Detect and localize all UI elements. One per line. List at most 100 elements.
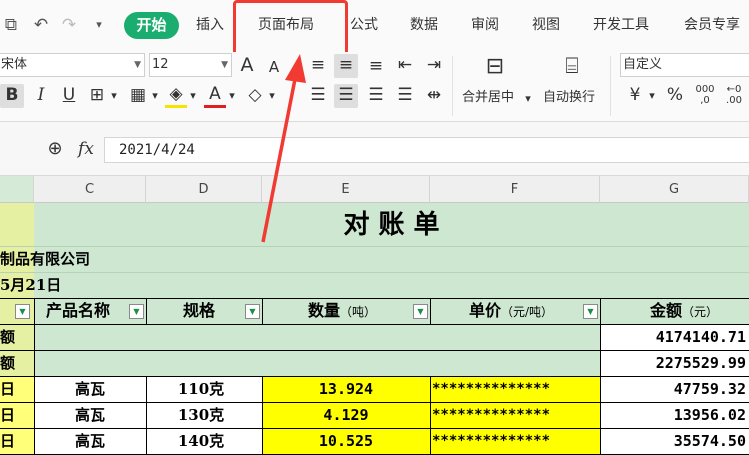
filter-dropdown-icon[interactable]: ▼ bbox=[245, 304, 260, 319]
summary-amount-cell[interactable]: 2275529.99 bbox=[600, 351, 746, 376]
redo-icon[interactable]: ↷ bbox=[58, 14, 80, 36]
justify-icon[interactable]: ☰ bbox=[394, 84, 416, 106]
align-center-icon[interactable]: ☰ bbox=[334, 84, 358, 108]
insert-function-button[interactable]: fx bbox=[74, 138, 98, 160]
date-cell[interactable]: 日 bbox=[0, 377, 34, 402]
chevron-down-icon[interactable]: ▾ bbox=[108, 85, 120, 107]
align-top-icon[interactable]: ≡ bbox=[307, 54, 329, 76]
company-name-cell[interactable]: 制品有限公司 bbox=[0, 247, 300, 272]
tab-data[interactable]: 数据 bbox=[410, 15, 438, 35]
filter-dropdown-icon[interactable]: ▼ bbox=[583, 304, 598, 319]
amount-cell[interactable]: 35574.50 bbox=[600, 429, 746, 454]
tab-member[interactable]: 会员专享 bbox=[684, 15, 740, 35]
chevron-down-icon[interactable]: ▾ bbox=[187, 85, 199, 107]
border-icon[interactable]: ⊞ bbox=[86, 84, 108, 106]
italic-button[interactable]: I bbox=[30, 84, 52, 106]
indent-increase-icon[interactable]: ⇥ bbox=[423, 54, 445, 76]
number-format-value: 自定义 bbox=[623, 57, 663, 72]
column-header-e[interactable]: E bbox=[262, 176, 430, 203]
number-format-select[interactable]: 自定义 bbox=[620, 53, 749, 77]
table-border bbox=[262, 298, 263, 324]
tab-start[interactable]: 开始 bbox=[124, 12, 179, 39]
undo-icon[interactable]: ↶ bbox=[30, 14, 52, 36]
currency-button[interactable]: ¥ bbox=[624, 84, 646, 106]
preview-icon[interactable]: ⧉ bbox=[0, 14, 22, 36]
table-border bbox=[0, 298, 749, 299]
summary-label-cell[interactable]: 额 bbox=[0, 351, 34, 376]
zoom-icon[interactable]: ⊕ bbox=[44, 138, 66, 160]
font-color-button[interactable]: A bbox=[204, 83, 226, 108]
summary-amount-cell[interactable]: 4174140.71 bbox=[600, 325, 746, 350]
tab-developer[interactable]: 开发工具 bbox=[593, 15, 649, 35]
spec-cell[interactable]: 110克 bbox=[146, 377, 262, 402]
spreadsheet-grid: C D E F G 对 账 单 制品有限公司 5月21日 ▼ 产品名称 ▼ 规格… bbox=[0, 176, 749, 455]
wrap-text-icon[interactable]: ⌸ bbox=[556, 56, 588, 78]
column-label-unit-price[interactable]: 单价（元/吨） bbox=[430, 298, 600, 324]
filter-dropdown-icon[interactable]: ▼ bbox=[129, 304, 144, 319]
quick-access-dropdown-icon[interactable]: ▾ bbox=[88, 14, 110, 36]
fill-color-icon[interactable]: ◈ bbox=[165, 83, 187, 108]
thousands-separator-icon[interactable]: 000,0 bbox=[693, 84, 717, 106]
align-right-icon[interactable]: ☰ bbox=[365, 84, 387, 106]
date-cell[interactable]: 日 bbox=[0, 429, 34, 454]
align-middle-icon[interactable]: ≡ bbox=[334, 54, 358, 78]
tab-formulas[interactable]: 公式 bbox=[350, 15, 378, 35]
align-left-icon[interactable]: ☰ bbox=[307, 84, 329, 106]
tab-view[interactable]: 视图 bbox=[532, 15, 560, 35]
percent-button[interactable]: % bbox=[664, 84, 686, 106]
product-name-cell[interactable]: 高瓦 bbox=[34, 403, 146, 428]
quantity-cell[interactable]: 4.129 bbox=[262, 403, 430, 428]
column-header-b[interactable] bbox=[0, 176, 34, 203]
column-header-c[interactable]: C bbox=[34, 176, 146, 203]
product-name-cell[interactable]: 高瓦 bbox=[34, 429, 146, 454]
spec-cell[interactable]: 130克 bbox=[146, 403, 262, 428]
statement-date-cell[interactable]: 5月21日 bbox=[0, 273, 300, 298]
tab-insert[interactable]: 插入 bbox=[196, 15, 224, 35]
chevron-down-icon[interactable]: ▾ bbox=[522, 88, 534, 110]
quantity-cell[interactable]: 10.525 bbox=[262, 429, 430, 454]
font-size-value: 12 bbox=[152, 57, 169, 72]
cell-style-icon[interactable]: ▦ bbox=[127, 84, 149, 106]
font-name-select[interactable]: 宋体 ▼ bbox=[0, 53, 145, 77]
eraser-icon[interactable]: ◇ bbox=[244, 84, 266, 106]
unit-price-cell[interactable]: ************** bbox=[432, 429, 600, 454]
formula-input[interactable]: 2021/4/24 bbox=[104, 137, 749, 163]
wrap-text-button[interactable]: 自动换行 bbox=[543, 90, 595, 106]
chevron-down-icon[interactable]: ▾ bbox=[149, 85, 161, 107]
chevron-down-icon[interactable]: ▾ bbox=[646, 85, 658, 107]
statement-title[interactable]: 对 账 单 bbox=[34, 205, 749, 245]
chevron-down-icon[interactable]: ▾ bbox=[226, 85, 238, 107]
align-bottom-icon[interactable]: ≡ bbox=[365, 55, 387, 77]
merge-center-icon[interactable]: ⊟ bbox=[479, 56, 511, 78]
filter-dropdown-icon[interactable]: ▼ bbox=[413, 304, 428, 319]
spec-cell[interactable]: 140克 bbox=[146, 429, 262, 454]
column-header-f[interactable]: F bbox=[430, 176, 600, 203]
unit-price-cell[interactable]: ************** bbox=[432, 377, 600, 402]
column-label-quantity[interactable]: 数量（吨） bbox=[262, 298, 430, 324]
bold-button[interactable]: B bbox=[0, 84, 24, 108]
date-cell[interactable]: 日 bbox=[0, 403, 34, 428]
chevron-down-icon[interactable]: ▾ bbox=[266, 85, 278, 107]
underline-button[interactable]: U bbox=[58, 84, 80, 106]
merge-center-button[interactable]: 合并居中 bbox=[462, 90, 514, 106]
column-label-amount[interactable]: 金额（元） bbox=[600, 298, 749, 324]
distributed-align-icon[interactable]: ⇹ bbox=[423, 84, 445, 106]
filter-dropdown-icon[interactable]: ▼ bbox=[15, 304, 30, 319]
quantity-cell[interactable]: 13.924 bbox=[262, 377, 430, 402]
font-size-select[interactable]: 12 ▼ bbox=[149, 53, 232, 77]
product-name-cell[interactable]: 高瓦 bbox=[34, 377, 146, 402]
summary-label-cell[interactable]: 额 bbox=[0, 325, 34, 350]
unit-price-cell[interactable]: ************** bbox=[432, 403, 600, 428]
amount-cell[interactable]: 13956.02 bbox=[600, 403, 746, 428]
font-grow-button[interactable]: A bbox=[237, 54, 257, 76]
column-unit-text: （元） bbox=[682, 305, 719, 319]
increase-decimal-icon[interactable]: ←0.00 bbox=[722, 84, 746, 106]
column-header-g[interactable]: G bbox=[600, 176, 749, 203]
table-border bbox=[0, 324, 749, 325]
column-header-d[interactable]: D bbox=[146, 176, 262, 203]
font-shrink-button[interactable]: A bbox=[264, 56, 284, 78]
column-label-text: 金额 bbox=[650, 301, 683, 320]
tab-review[interactable]: 审阅 bbox=[471, 15, 499, 35]
amount-cell[interactable]: 47759.32 bbox=[600, 377, 746, 402]
indent-decrease-icon[interactable]: ⇤ bbox=[394, 54, 416, 76]
